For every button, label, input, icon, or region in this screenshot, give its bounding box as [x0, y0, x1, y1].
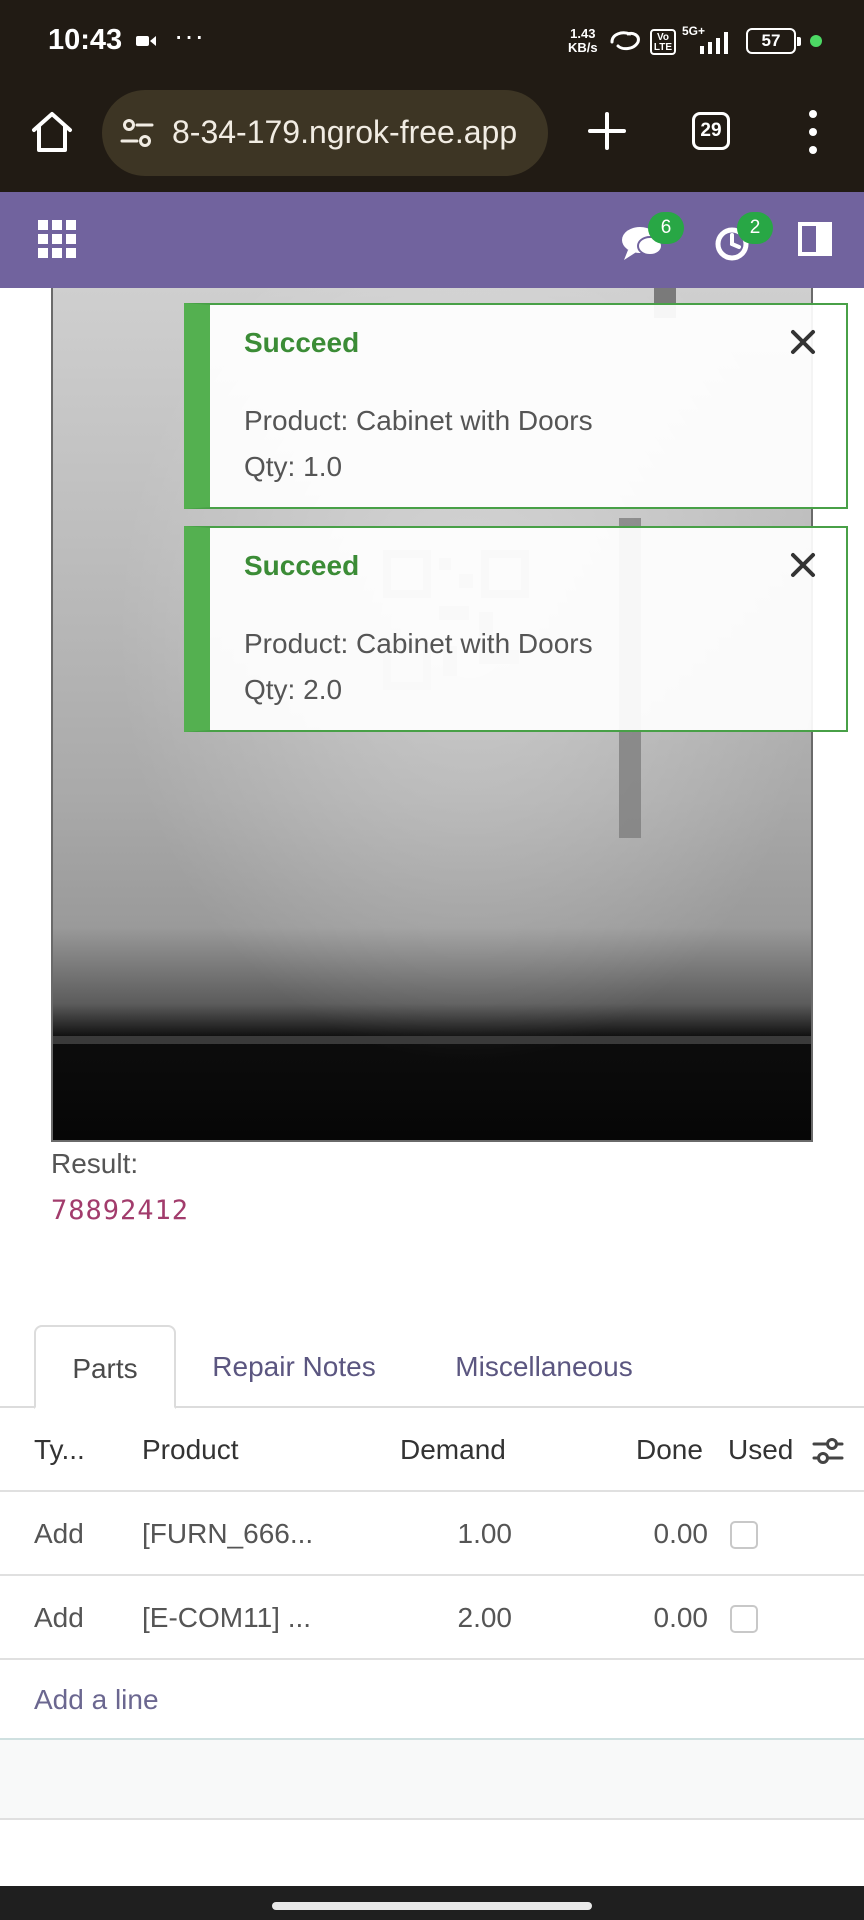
privacy-indicator-dot: [810, 35, 822, 47]
video-call-icon: [136, 36, 156, 46]
table-row[interactable]: Add [FURN_666... 1.00 0.00: [0, 1492, 864, 1576]
notification-product: Product: Cabinet with Doors: [244, 405, 593, 436]
browser-menu-icon[interactable]: [800, 106, 826, 158]
row-done: 0.00: [653, 1602, 709, 1633]
close-icon[interactable]: [790, 552, 816, 578]
tab-miscellaneous[interactable]: Miscellaneous: [436, 1325, 652, 1409]
camera-object-edge: [53, 1036, 811, 1044]
close-icon[interactable]: [790, 329, 816, 355]
apps-menu-icon[interactable]: [38, 220, 76, 258]
home-gesture-handle[interactable]: [272, 1902, 592, 1910]
row-type: Add: [34, 1518, 84, 1549]
row-done: 0.00: [653, 1518, 709, 1549]
notification-qty: Qty: 2.0: [244, 674, 343, 705]
success-notification: Succeed Product: Cabinet with Doors Qty:…: [184, 303, 848, 509]
notification-qty: Qty: 1.0: [244, 451, 343, 482]
optional-columns-icon[interactable]: [812, 1436, 844, 1466]
navigation-gesture-area: [0, 1886, 864, 1920]
table-row[interactable]: Add [E-COM11] ... 2.00 0.00: [0, 1576, 864, 1660]
used-checkbox[interactable]: [730, 1521, 758, 1549]
table-header: Ty... Product Demand Done Used: [0, 1408, 864, 1492]
volte-icon: Vo LTE: [650, 29, 676, 55]
column-header-demand[interactable]: Demand: [400, 1408, 506, 1492]
network-speed: 1.43 KB/s: [568, 27, 598, 55]
row-product: [FURN_666...: [142, 1518, 314, 1549]
success-notification: Succeed Product: Cabinet with Doors Qty:…: [184, 526, 848, 732]
result-value: 78892412: [51, 1195, 190, 1226]
notification-product: Product: Cabinet with Doors: [244, 628, 593, 659]
table-footer: [0, 1740, 864, 1820]
add-line-link[interactable]: Add a line: [34, 1660, 159, 1740]
status-bar: 10:43 ··· 1.43 KB/s Vo LTE 5G+ 57: [0, 0, 864, 84]
url-text[interactable]: 8-34-179.ngrok-free.app: [172, 114, 517, 151]
notification-more-icon: ···: [174, 20, 205, 51]
tab-switcher-button[interactable]: 29: [692, 112, 730, 150]
address-bar[interactable]: 8-34-179.ngrok-free.app: [102, 90, 548, 176]
new-tab-icon[interactable]: [582, 106, 632, 156]
column-header-used[interactable]: Used: [728, 1408, 793, 1492]
tab-repair-notes[interactable]: Repair Notes: [196, 1325, 392, 1409]
row-demand: 1.00: [457, 1518, 513, 1549]
row-demand: 2.00: [457, 1602, 513, 1633]
side-panel-icon[interactable]: [798, 222, 832, 256]
tab-parts[interactable]: Parts: [34, 1325, 176, 1409]
messages-count-badge: 6: [648, 212, 684, 244]
speed-value: 1.43: [570, 26, 596, 41]
used-checkbox[interactable]: [730, 1605, 758, 1633]
notification-title: Succeed: [244, 550, 360, 581]
result-label: Result:: [51, 1148, 139, 1179]
speed-unit: KB/s: [568, 40, 598, 55]
notebook-tabs: Parts Repair Notes Miscellaneous: [0, 1325, 864, 1409]
row-product: [E-COM11] ...: [142, 1602, 312, 1633]
battery-icon: 57: [746, 28, 801, 54]
hotspot-icon: [610, 31, 640, 51]
status-time: 10:43: [48, 24, 123, 56]
site-settings-icon[interactable]: [120, 116, 154, 150]
column-header-product[interactable]: Product: [142, 1408, 239, 1492]
signal-icon: [700, 32, 728, 54]
column-header-type[interactable]: Ty...: [34, 1408, 85, 1492]
add-line-row: Add a line: [0, 1660, 864, 1740]
activities-count-badge: 2: [737, 212, 773, 244]
notification-title: Succeed: [244, 327, 360, 358]
home-icon[interactable]: [26, 106, 78, 158]
app-navbar: [0, 192, 864, 288]
parts-table: Ty... Product Demand Done Used Add [FURN…: [0, 1408, 864, 1820]
row-type: Add: [34, 1602, 84, 1633]
column-header-done[interactable]: Done: [636, 1408, 703, 1492]
browser-toolbar: 8-34-179.ngrok-free.app 29: [0, 84, 864, 192]
